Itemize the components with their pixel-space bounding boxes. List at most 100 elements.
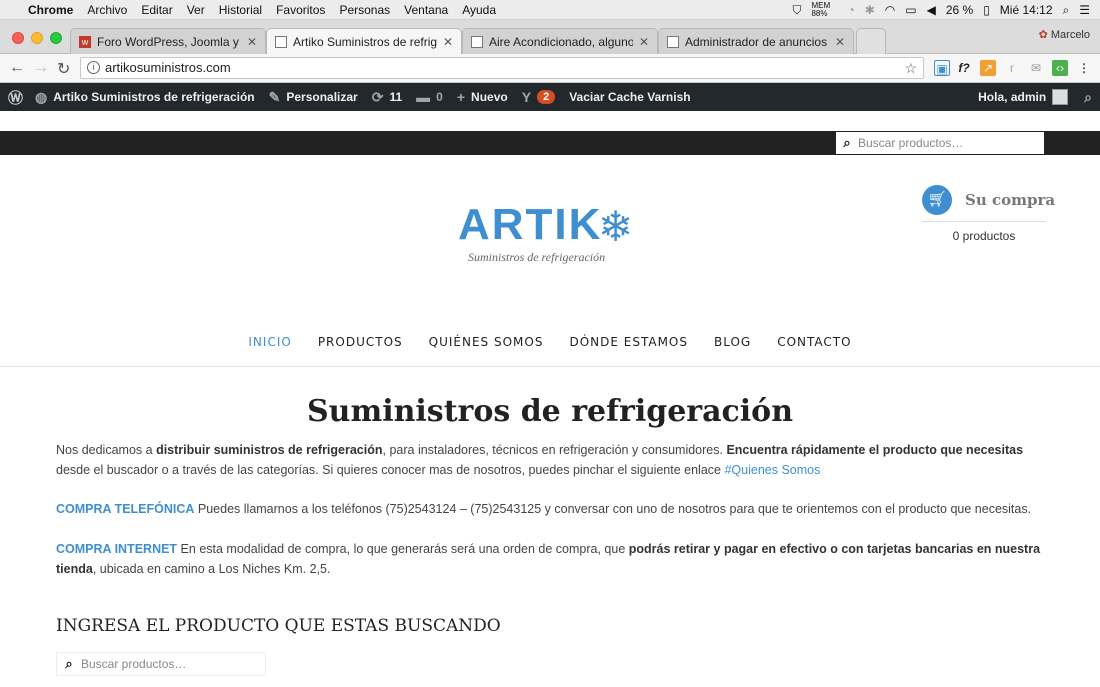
volume-icon[interactable]: ◀ [927, 3, 936, 17]
tab-artiko[interactable]: Artiko Suministros de refrigera ✕ [266, 28, 462, 55]
notification-center-icon[interactable]: ☰ [1079, 3, 1090, 17]
cart-icon[interactable]: 🛒︎ [922, 185, 952, 215]
brush-icon: ✎ [268, 88, 281, 105]
tab-administrador-anuncios[interactable]: Administrador de anuncios ✕ [658, 28, 854, 54]
memory-monitor[interactable]: MEM 88% [811, 2, 837, 18]
internet-purchase-label: COMPRA INTERNET [56, 542, 178, 556]
cart-label[interactable]: Su compra [965, 191, 1055, 209]
yoast-button[interactable]: Y 2 [521, 89, 556, 105]
page-icon [471, 35, 483, 48]
time-machine-icon[interactable]: ◔ [847, 3, 854, 17]
vpn-shield-icon[interactable]: ⛉ [792, 3, 801, 18]
menu-historial[interactable]: Historial [219, 3, 262, 17]
page-icon [667, 35, 679, 48]
menu-ventana[interactable]: Ventana [404, 3, 448, 17]
varnish-purge-button[interactable]: Vaciar Cache Varnish [569, 90, 690, 104]
bookmark-star-icon[interactable]: ☆ [904, 58, 917, 78]
comments-button[interactable]: ▬ 0 [416, 89, 443, 105]
nav-contacto[interactable]: CONTACTO [777, 335, 851, 349]
profile-icon: ✿ [1038, 29, 1048, 41]
yoast-icon: Y [521, 89, 532, 105]
close-tab-icon[interactable]: ✕ [443, 35, 453, 49]
nav-inicio[interactable]: INICIO [248, 335, 291, 349]
customize-button[interactable]: ✎ Personalizar [269, 89, 358, 106]
account-greeting[interactable]: Hola, admin [978, 90, 1046, 104]
tab-title: Artiko Suministros de refrigera [293, 35, 437, 49]
battery-percent[interactable]: 26 % [946, 3, 973, 17]
close-tab-icon[interactable]: ✕ [639, 35, 649, 49]
tab-title: Aire Acondicionado, algunos ti [489, 34, 633, 49]
search-placeholder: Buscar productos… [81, 657, 187, 671]
updates-button[interactable]: ⟳ 11 [372, 89, 402, 106]
comment-icon: ▬ [416, 89, 431, 105]
menu-chrome[interactable]: Chrome [28, 3, 73, 17]
nav-blog[interactable]: BLOG [714, 335, 751, 349]
wordpress-icon: Ⓦ [8, 89, 24, 107]
menu-personas[interactable]: Personas [339, 3, 390, 17]
yoast-badge: 2 [537, 90, 556, 104]
profile-button[interactable]: ✿ Marcelo [1039, 28, 1090, 41]
back-arrow-icon[interactable]: ← [9, 59, 25, 77]
airplay-icon[interactable]: ▭ [905, 3, 916, 17]
menu-editar[interactable]: Editar [141, 3, 172, 17]
tab-title: Foro WordPress, Joomla y Pre [97, 34, 241, 49]
clock[interactable]: Mié 14:12 [1000, 3, 1053, 17]
wp-logo-button[interactable]: Ⓦ [8, 87, 29, 108]
avatar[interactable] [1052, 89, 1069, 105]
nav-donde-estamos[interactable]: DÓNDE ESTAMOS [569, 335, 688, 349]
menu-archivo[interactable]: Archivo [87, 3, 127, 17]
r-extension-icon[interactable]: r [1004, 60, 1020, 76]
close-window-button[interactable] [12, 32, 24, 44]
menu-favoritos[interactable]: Favoritos [276, 3, 325, 17]
text-bold: Encuentra rápidamente el producto que ne… [726, 443, 1024, 457]
site-name-button[interactable]: ◍ Artiko Suministros de refrigeración [35, 89, 255, 106]
menu-ver[interactable]: Ver [187, 3, 205, 17]
extension-icon[interactable]: ▣ [934, 60, 950, 76]
search-icon[interactable]: ⌕ [57, 656, 81, 672]
code-extension-icon[interactable]: ‹› [1052, 60, 1068, 76]
bluetooth-icon[interactable]: ✱ [865, 3, 875, 17]
new-tab-button[interactable] [856, 28, 886, 54]
nav-quienes-somos[interactable]: QUIÉNES SOMOS [429, 335, 544, 349]
battery-icon[interactable]: ▯ [983, 3, 990, 17]
spotlight-search-icon[interactable]: ⌕ [1063, 3, 1070, 18]
search-icon[interactable]: ⌕ [836, 135, 858, 151]
customize-label: Personalizar [286, 90, 358, 104]
main-navigation: INICIO PRODUCTOS QUIÉNES SOMOS DÓNDE EST… [0, 318, 1100, 367]
mail-extension-icon[interactable]: ✉ [1028, 60, 1044, 76]
site-logo[interactable]: ARTIK ❄ Suministros de refrigeración [458, 202, 648, 266]
close-tab-icon[interactable]: ✕ [835, 35, 845, 49]
text: Puedes llamarnos a los teléfonos (75)254… [194, 502, 1032, 516]
tab-foro-wordpress[interactable]: w Foro WordPress, Joomla y Pre ✕ [70, 28, 266, 54]
macos-menu-bar: Chrome Archivo Editar Ver Historial Favo… [0, 0, 1100, 20]
zoom-window-button[interactable] [50, 32, 62, 44]
menu-ayuda[interactable]: Ayuda [462, 3, 496, 17]
chrome-menu-icon[interactable]: ⋮ [1076, 60, 1092, 76]
url-text: artikosuministros.com [105, 60, 231, 75]
updates-icon: ⟳ [371, 88, 384, 105]
content-product-search[interactable]: ⌕ Buscar productos… [56, 652, 266, 676]
forward-arrow-icon[interactable]: → [33, 59, 49, 77]
tab-strip: w Foro WordPress, Joomla y Pre ✕ Artiko … [0, 20, 1100, 55]
tab-aire-acondicionado[interactable]: Aire Acondicionado, algunos ti ✕ [462, 28, 658, 54]
text: En esta modalidad de compra, lo que gene… [177, 542, 629, 556]
new-content-button[interactable]: + Nuevo [457, 89, 508, 105]
wifi-icon[interactable]: ◠ [885, 3, 895, 17]
cart-count: 0 productos [952, 229, 1016, 243]
admin-search-icon[interactable]: ⌕ [1084, 89, 1092, 106]
font-extension-icon[interactable]: f? [956, 60, 972, 76]
browser-toolbar: ← → ↻ i artikosuministros.com ☆ ▣ f? ↗ r… [0, 54, 1100, 83]
reload-icon[interactable]: ↻ [57, 59, 70, 79]
phone-purchase-label: COMPRA TELEFÓNICA [56, 502, 195, 516]
address-bar[interactable]: i artikosuministros.com ☆ [80, 57, 924, 79]
header-product-search[interactable]: ⌕ Buscar productos… [835, 131, 1045, 155]
profile-name: Marcelo [1050, 29, 1090, 41]
quienes-somos-link[interactable]: #Quienes Somos [724, 463, 820, 477]
nav-productos[interactable]: PRODUCTOS [318, 335, 403, 349]
info-icon[interactable]: i [87, 61, 100, 74]
analytics-extension-icon[interactable]: ↗ [980, 60, 996, 76]
minimize-window-button[interactable] [31, 32, 43, 44]
wp-admin-bar: Ⓦ ◍ Artiko Suministros de refrigeración … [0, 83, 1100, 111]
close-tab-icon[interactable]: ✕ [247, 35, 257, 49]
page-title: Suministros de refrigeración [306, 394, 794, 429]
